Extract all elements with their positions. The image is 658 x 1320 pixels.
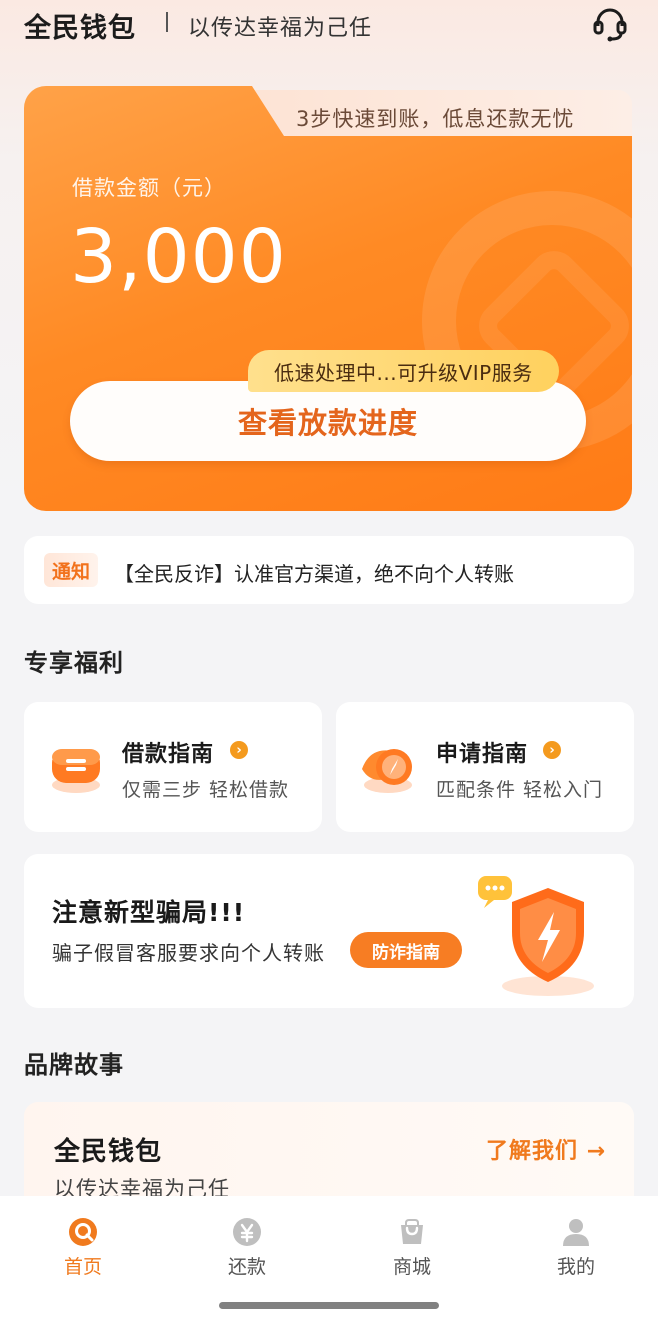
header-slogan: 以传达幸福为己任 <box>188 16 373 41</box>
tab-home-label: 首页 <box>63 1256 102 1278</box>
brand-story-title: 全民钱包 <box>54 1137 163 1167</box>
vip-upgrade-badge[interactable]: 低速处理中...可升级VIP服务 <box>248 350 559 392</box>
home-indicator[interactable] <box>219 1302 439 1309</box>
tab-repay[interactable]: 还款 <box>197 1216 297 1279</box>
tab-mall[interactable]: 商城 <box>362 1216 462 1279</box>
amount-value: 3,000 <box>70 214 287 300</box>
tab-repay-label: 还款 <box>227 1256 266 1278</box>
tab-home[interactable]: 首页 <box>33 1216 133 1279</box>
benefits-section-title: 专享福利 <box>24 649 124 677</box>
shield-icon <box>478 876 594 996</box>
apply-guide-title: 申请指南 <box>436 742 529 767</box>
amount-label: 借款金额（元） <box>72 176 226 200</box>
headset-icon[interactable] <box>590 4 630 44</box>
tab-mine-label: 我的 <box>556 1256 595 1278</box>
loan-guide-title: 借款指南 <box>122 742 215 767</box>
loan-guide-subtitle: 仅需三步 轻松借款 <box>122 779 290 801</box>
scam-alert-subtitle: 骗子假冒客服要求向个人转账 <box>52 941 325 965</box>
view-progress-button[interactable]: 查看放款进度 <box>70 381 586 461</box>
compass-icon <box>362 749 412 793</box>
anti-fraud-guide-button[interactable]: 防诈指南 <box>350 932 462 968</box>
notice-tag: 通知 <box>44 553 98 587</box>
brand-story-section-title: 品牌故事 <box>24 1051 124 1079</box>
card-tab-text: 3步快速到账，低息还款无忧 <box>296 107 575 131</box>
chevron-right-icon: › <box>230 741 248 759</box>
apply-guide-subtitle: 匹配条件 轻松入门 <box>436 779 604 801</box>
brand-logo-text: 全民钱包 <box>24 13 136 44</box>
header-divider <box>166 12 168 32</box>
notice-text: 【全民反诈】认准官方渠道，绝不向个人转账 <box>114 562 514 586</box>
scam-alert-title: 注意新型骗局!!! <box>52 898 246 927</box>
shopping-bag-icon <box>401 1219 423 1244</box>
chevron-right-icon: › <box>543 741 561 759</box>
tab-mall-label: 商城 <box>392 1256 431 1278</box>
about-us-link[interactable]: 了解我们 → <box>486 1133 606 1165</box>
yen-icon <box>233 1218 261 1246</box>
user-icon <box>563 1219 589 1246</box>
home-icon <box>69 1218 97 1246</box>
tab-mine[interactable]: 我的 <box>526 1216 626 1279</box>
wallet-icon <box>52 749 100 793</box>
